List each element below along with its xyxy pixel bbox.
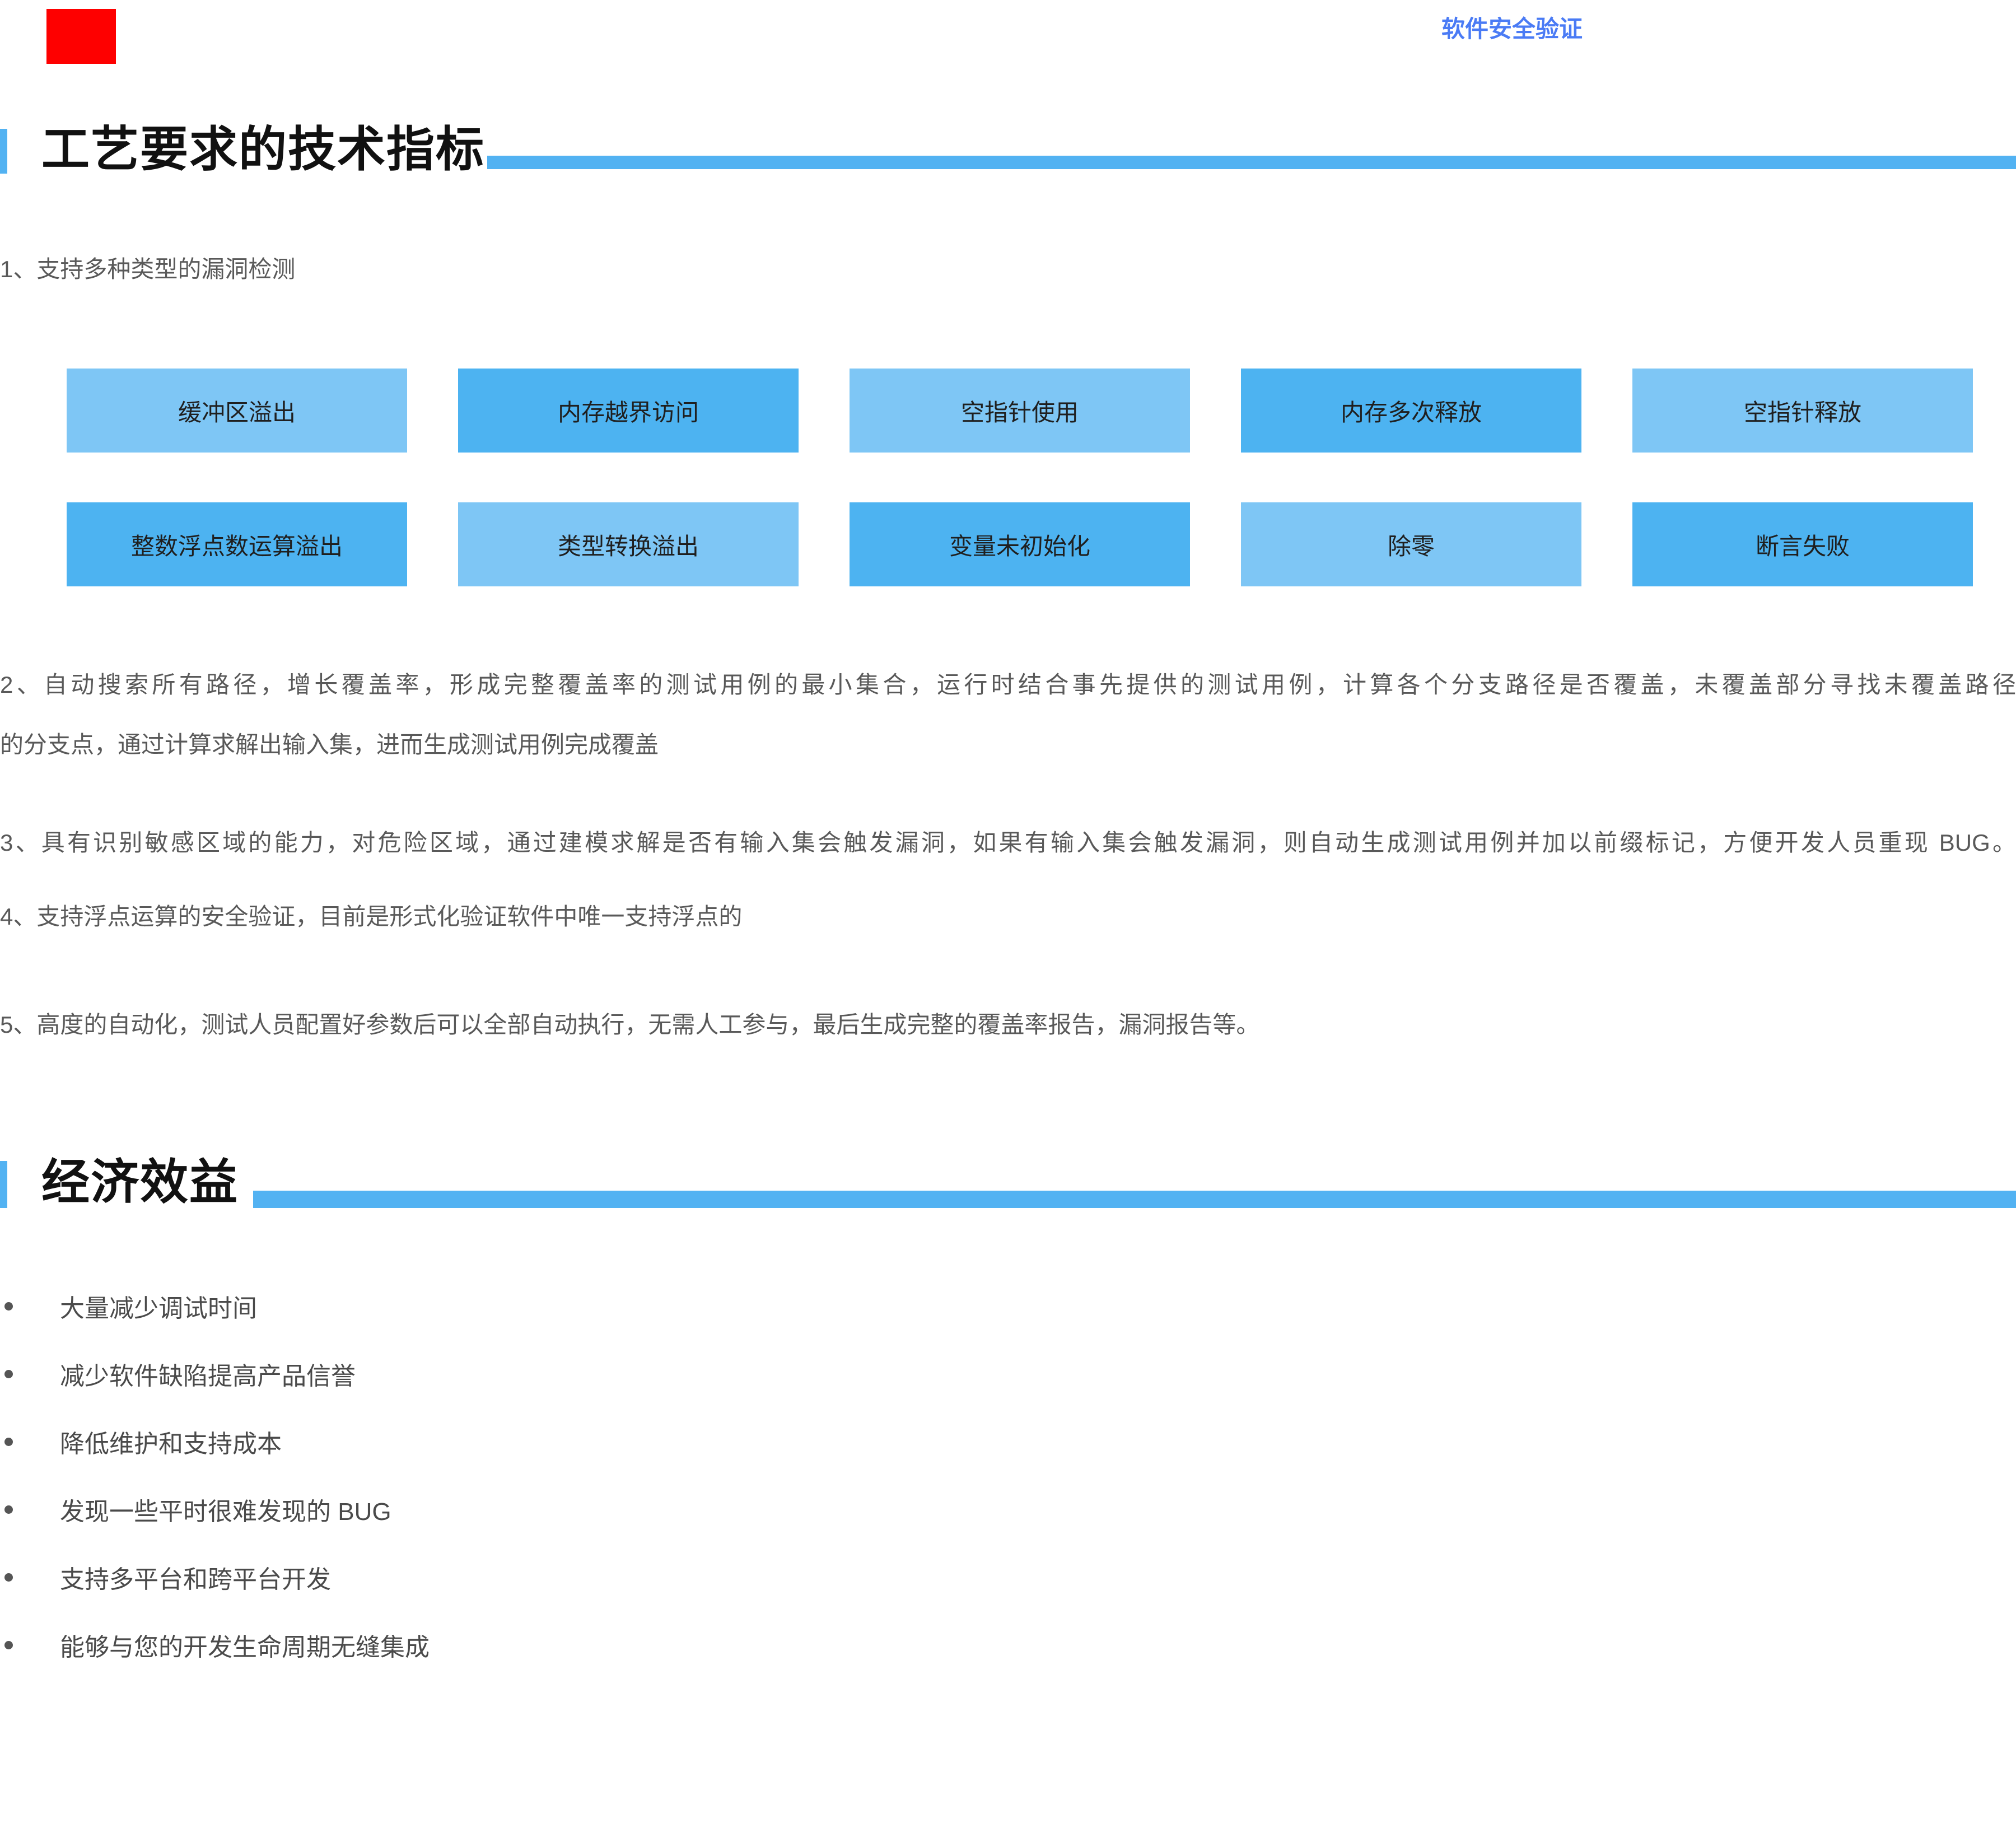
vuln-box-div-by-zero: 除零 [1241, 502, 1581, 586]
benefit-label: 支持多平台和跨平台开发 [60, 1559, 331, 1595]
list-item: 减少软件缺陷提高产品信誉 [0, 1357, 1792, 1391]
list-item: 支持多平台和跨平台开发 [0, 1560, 1792, 1594]
bullet-icon [4, 1438, 13, 1446]
paragraph-3: 3、具有识别敏感区域的能力，对危险区域，通过建模求解是否有输入集会触发漏洞，如果… [0, 829, 2016, 857]
benefit-label: 降低维护和支持成本 [60, 1424, 282, 1459]
benefit-label: 大量减少调试时间 [60, 1288, 257, 1324]
vuln-box-null-free: 空指针释放 [1632, 369, 1973, 453]
bullet-icon [4, 1641, 13, 1649]
vuln-box-cast-overflow: 类型转换溢出 [458, 502, 799, 586]
paragraph-1: 1、支持多种类型的漏洞检测 [0, 255, 2016, 283]
benefit-label: 能够与您的开发生命周期无缝集成 [60, 1627, 430, 1663]
paragraph-2-line-2: 的分支点，通过计算求解出输入集，进而生成测试用例完成覆盖 [0, 731, 2016, 759]
vuln-box-null-deref: 空指针使用 [850, 369, 1190, 453]
benefit-label: 减少软件缺陷提高产品信誉 [60, 1356, 356, 1392]
section2-underline [253, 1191, 2016, 1208]
benefit-label: 发现一些平时很难发现的 BUG [60, 1491, 391, 1527]
vuln-box-assert-fail: 断言失败 [1632, 502, 1973, 586]
bullet-icon [4, 1370, 13, 1378]
document-title: 软件安全验证 [1372, 16, 1652, 43]
vuln-box-oob-access: 内存越界访问 [458, 369, 799, 453]
section2-accent-bar [0, 1161, 7, 1208]
document-page: 软件安全验证 工艺要求的技术指标 1、支持多种类型的漏洞检测 缓冲区溢出 内存越… [0, 0, 2016, 1828]
bullet-icon [4, 1573, 13, 1582]
vuln-box-double-free: 内存多次释放 [1241, 369, 1581, 453]
section1-title: 工艺要求的技术指标 [41, 124, 485, 175]
paragraph-4: 4、支持浮点运算的安全验证，目前是形式化验证软件中唯一支持浮点的 [0, 903, 2016, 931]
bullet-icon [4, 1505, 13, 1514]
benefits-list: 大量减少调试时间 减少软件缺陷提高产品信誉 降低维护和支持成本 发现一些平时很难… [0, 1289, 1792, 1696]
list-item: 降低维护和支持成本 [0, 1425, 1792, 1458]
vuln-box-buffer-overflow: 缓冲区溢出 [67, 369, 407, 453]
list-item: 发现一些平时很难发现的 BUG [0, 1493, 1792, 1526]
vulnerability-box-grid: 缓冲区溢出 内存越界访问 空指针使用 内存多次释放 空指针释放 整数浮点数运算溢… [67, 369, 1973, 586]
list-item: 大量减少调试时间 [0, 1289, 1792, 1323]
vuln-box-arith-overflow: 整数浮点数运算溢出 [67, 502, 407, 586]
vuln-box-uninit-var: 变量未初始化 [850, 502, 1190, 586]
list-item: 能够与您的开发生命周期无缝集成 [0, 1628, 1792, 1662]
section1-accent-bar [0, 129, 7, 174]
red-corner-badge [46, 9, 116, 64]
paragraph-5: 5、高度的自动化，测试人员配置好参数后可以全部自动执行，无需人工参与，最后生成完… [0, 1011, 2016, 1039]
bullet-icon [4, 1302, 13, 1311]
section1-underline [487, 156, 2016, 169]
section2-title: 经济效益 [41, 1157, 239, 1207]
paragraph-2-line-1: 2、自动搜索所有路径，增长覆盖率，形成完整覆盖率的测试用例的最小集合，运行时结合… [0, 671, 2016, 699]
